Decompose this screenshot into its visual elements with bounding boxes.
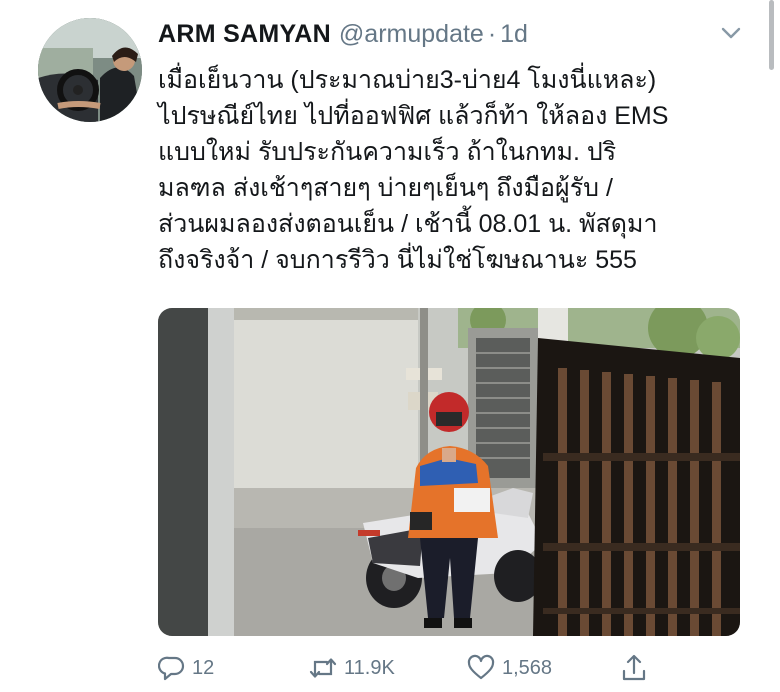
tweet-text: เมื่อเย็นวาน (ประมาณบ่าย3-บ่าย4 โมงนี่แห…: [158, 62, 748, 278]
avatar[interactable]: [38, 18, 142, 122]
retweet-count: 11.9K: [344, 656, 395, 679]
reply-count: 12: [192, 656, 215, 679]
tweet-header: ARM SAMYAN @armupdate · 1d: [158, 20, 528, 52]
retweet-button[interactable]: 11.9K: [308, 648, 395, 688]
display-name[interactable]: ARM SAMYAN: [158, 20, 331, 49]
tweet-text-line: แบบใหม่ รับประกันความเร็ว ถ้าในกทม. ปริ: [158, 138, 617, 166]
tweet-text-line: เมื่อเย็นวาน (ประมาณบ่าย3-บ่าย4 โมงนี่แห…: [158, 66, 657, 94]
user-handle[interactable]: @armupdate: [339, 20, 484, 49]
tweet-text-line: ส่วนผมลองส่งตอนเย็น / เช้านี้ 08.01 น. พ…: [158, 210, 658, 238]
tweet-text-line: มลฑล ส่งเช้าๆสายๆ บ่ายๆเย็นๆ ถึงมือผู้รั…: [158, 174, 613, 202]
timestamp[interactable]: 1d: [500, 20, 528, 49]
chevron-down-icon[interactable]: [720, 22, 742, 44]
reply-icon: [158, 654, 186, 682]
like-count: 1,568: [502, 656, 553, 679]
separator-dot: ·: [487, 20, 497, 48]
tweet-text-line: ถึงจริงจ้า / จบการรีวิว นี่ไม่ใช่โฆษณานะ…: [158, 246, 637, 274]
scrollbar[interactable]: [769, 0, 774, 70]
share-button[interactable]: [620, 648, 648, 688]
like-button[interactable]: 1,568: [466, 648, 552, 688]
tweet-actions: 12 11.9K 1,568: [158, 648, 758, 688]
tweet-text-line: ไปรษณีย์ไทย ไปที่ออฟฟิศ แล้วก็ท้า ให้ลอง…: [158, 102, 669, 130]
reply-button[interactable]: 12: [158, 648, 214, 688]
share-icon: [620, 653, 648, 683]
retweet-icon: [308, 654, 338, 682]
like-icon: [466, 654, 496, 682]
tweet-photo[interactable]: [158, 308, 740, 636]
tweet-card[interactable]: ARM SAMYAN @armupdate · 1d เมื่อเย็นวาน …: [0, 0, 780, 692]
